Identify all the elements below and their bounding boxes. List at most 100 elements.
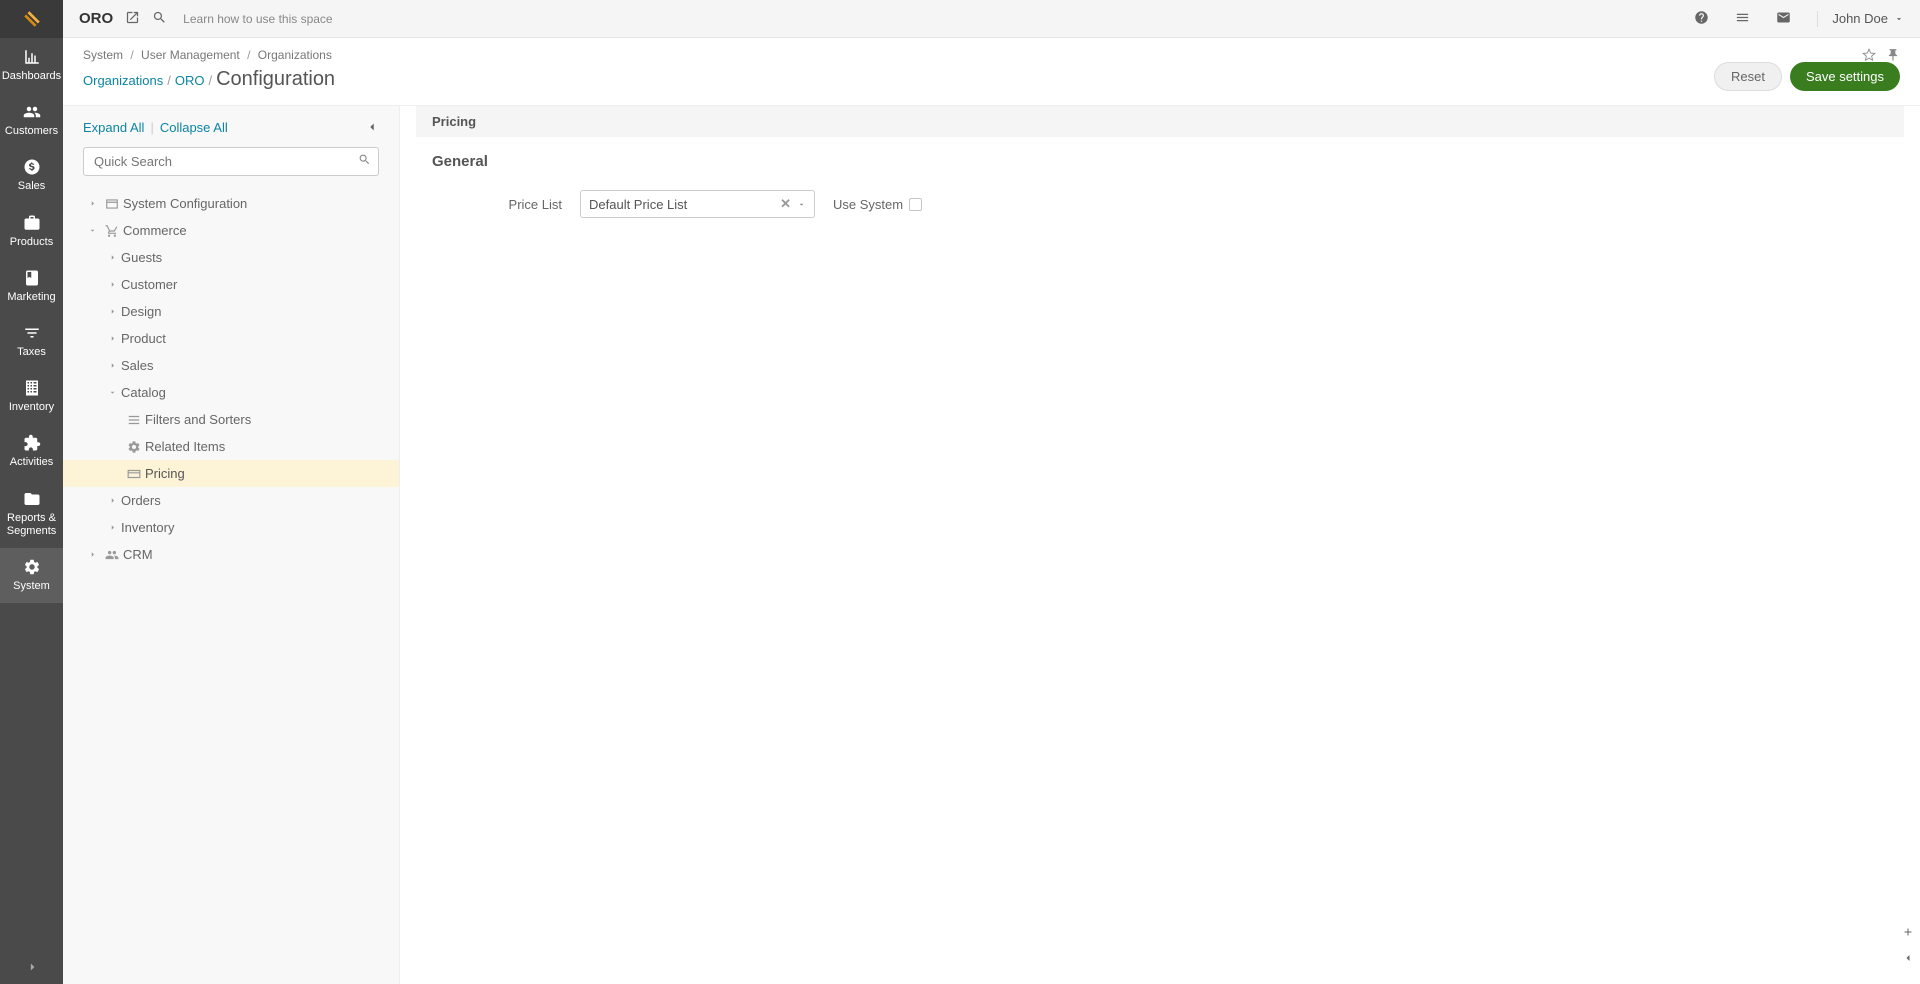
tree-node-pricing[interactable]: Pricing [83, 460, 379, 487]
brand-name[interactable]: ORO [79, 10, 113, 27]
cart-icon [105, 224, 119, 238]
chevron-down-icon [108, 388, 117, 397]
tree-node-filters[interactable]: Filters and Sorters [83, 406, 379, 433]
nav-system[interactable]: System [0, 548, 63, 603]
tree-node-customer[interactable]: Customer [83, 271, 379, 298]
price-list-select[interactable]: Default Price List ✕ [580, 190, 815, 218]
collapse-all-link[interactable]: Collapse All [160, 120, 228, 135]
nav-label: Taxes [17, 346, 46, 359]
tree-node-sales[interactable]: Sales [83, 352, 379, 379]
crumb-system[interactable]: System [83, 48, 123, 62]
help-button[interactable] [1694, 10, 1709, 28]
nav-dashboards[interactable]: Dashboards [0, 38, 63, 93]
shortcuts-button[interactable] [125, 10, 140, 28]
crumb-sep: / [247, 48, 250, 62]
tree-node-orders[interactable]: Orders [83, 487, 379, 514]
tree-node-design[interactable]: Design [83, 298, 379, 325]
tree-node-system-configuration[interactable]: System Configuration [83, 190, 379, 217]
tree-node-commerce[interactable]: Commerce [83, 217, 379, 244]
nav-sales[interactable]: Sales [0, 148, 63, 203]
folder-open-icon [23, 490, 41, 508]
nav-taxes[interactable]: Taxes [0, 314, 63, 369]
pin-icon [1886, 48, 1900, 62]
crumb-organizations[interactable]: Organizations [83, 73, 163, 88]
save-settings-button[interactable]: Save settings [1790, 62, 1900, 91]
nav-expand-toggle[interactable] [0, 950, 63, 984]
user-menu[interactable]: John Doe [1832, 11, 1904, 26]
crumb-usermgmt[interactable]: User Management [141, 48, 240, 62]
page-title: Configuration [216, 68, 335, 91]
external-link-icon [125, 10, 140, 25]
expand-all-link[interactable]: Expand All [83, 120, 144, 135]
nav-products[interactable]: Products [0, 204, 63, 259]
logo[interactable] [0, 0, 63, 38]
menu-button[interactable] [1735, 10, 1750, 28]
tree-label: Commerce [123, 223, 379, 238]
tree-node-product[interactable]: Product [83, 325, 379, 352]
help-link[interactable]: Learn how to use this space [183, 12, 332, 26]
chevron-right-icon [108, 307, 117, 316]
tree-node-catalog[interactable]: Catalog [83, 379, 379, 406]
chevron-right-icon [108, 361, 117, 370]
arrow-right-icon [25, 960, 39, 974]
chevron-right-icon [108, 334, 117, 343]
divider [1817, 11, 1818, 27]
tree-label: Guests [121, 250, 379, 265]
mail-button[interactable] [1776, 10, 1791, 28]
chevron-right-icon [108, 496, 117, 505]
tree-label: CRM [123, 547, 379, 562]
chevron-right-icon [108, 523, 117, 532]
chevron-right-icon [108, 280, 117, 289]
envelope-icon [1776, 10, 1791, 25]
use-system-checkbox[interactable] [909, 198, 922, 211]
reset-button[interactable]: Reset [1714, 62, 1782, 91]
nav-marketing[interactable]: Marketing [0, 259, 63, 314]
caret-down-icon [1894, 14, 1904, 24]
chevron-down-icon [88, 226, 97, 235]
search-button[interactable] [152, 10, 167, 28]
nav-label: Dashboards [2, 70, 61, 83]
credit-card-icon [127, 467, 141, 481]
tree-node-guests[interactable]: Guests [83, 244, 379, 271]
config-content: Pricing General Price List Default Price… [400, 106, 1920, 984]
page-header: System / User Management / Organizations… [63, 38, 1920, 106]
dollar-icon [23, 158, 41, 176]
clear-icon[interactable]: ✕ [780, 196, 791, 212]
divider: | [150, 120, 153, 135]
tree-node-related-items[interactable]: Related Items [83, 433, 379, 460]
nav-inventory[interactable]: Inventory [0, 369, 63, 424]
nav-activities[interactable]: Activities [0, 424, 63, 479]
tree-label: Pricing [145, 466, 379, 481]
price-list-label: Price List [432, 197, 562, 212]
crumb-sep: / [167, 73, 171, 88]
tree-node-crm[interactable]: CRM [83, 541, 379, 568]
arrow-left-icon[interactable] [1902, 952, 1914, 964]
nav-reports[interactable]: Reports & Segments [0, 480, 63, 548]
section-title: General [416, 137, 1920, 190]
nav-customers[interactable]: Customers [0, 93, 63, 148]
users-icon [105, 548, 119, 562]
tree-label: Customer [121, 277, 379, 292]
hamburger-icon [1735, 10, 1750, 25]
tree-label: Catalog [121, 385, 379, 400]
tree-node-inventory[interactable]: Inventory [83, 514, 379, 541]
tree-label: Design [121, 304, 379, 319]
gear-icon [23, 558, 41, 576]
tree-label: System Configuration [123, 196, 379, 211]
crumb-oro[interactable]: ORO [175, 73, 205, 88]
collapse-panel-button[interactable] [365, 120, 379, 137]
config-tree-panel: Expand All | Collapse All [63, 106, 400, 984]
tree-search-input[interactable] [83, 147, 379, 176]
book-icon [23, 269, 41, 287]
crumb-orgs[interactable]: Organizations [258, 48, 332, 62]
question-circle-icon [1694, 10, 1709, 25]
caret-down-icon [797, 200, 806, 209]
crumb-sep: / [208, 73, 212, 88]
nav-label: Marketing [7, 291, 55, 304]
bar-chart-icon [23, 48, 41, 66]
plus-icon[interactable] [1902, 926, 1914, 938]
search-icon [152, 10, 167, 25]
dropdown-toggle[interactable] [797, 197, 806, 212]
users-icon [23, 103, 41, 121]
tree-search-icon[interactable] [358, 153, 371, 169]
